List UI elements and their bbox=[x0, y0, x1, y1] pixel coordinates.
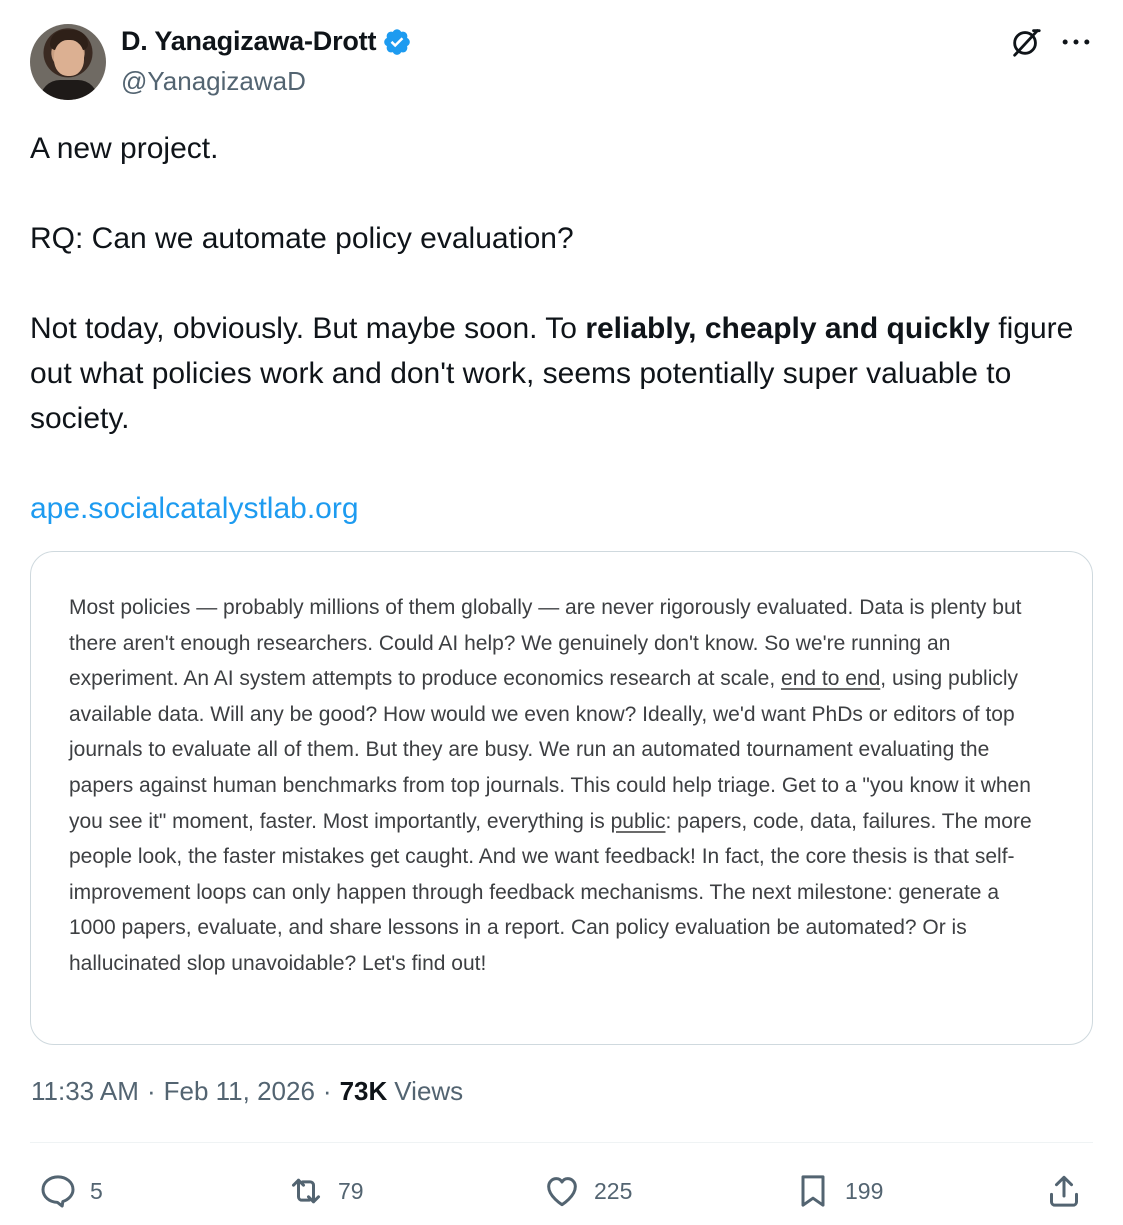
tweet-line-2: RQ: Can we automate policy evaluation? bbox=[30, 222, 574, 255]
reply-button[interactable]: 5 bbox=[38, 1165, 103, 1217]
like-button[interactable]: 225 bbox=[542, 1165, 632, 1217]
tweet-meta: 11:33 AM · Feb 11, 2026 · 73K Views bbox=[31, 1076, 463, 1107]
action-bar: 5 79 225 199 bbox=[0, 1165, 1123, 1217]
card-link-end-to-end: end to end bbox=[781, 667, 881, 691]
author-display-name[interactable]: D. Yanagizawa-Drott bbox=[121, 26, 376, 57]
repost-icon bbox=[292, 1178, 320, 1204]
tweet-header: D. Yanagizawa-Drott @YanagizawaD bbox=[30, 22, 1095, 102]
repost-button[interactable]: 79 bbox=[286, 1165, 364, 1217]
card-text-part-2: , using publicly available data. Will an… bbox=[69, 667, 1031, 833]
image-card[interactable]: Most policies — probably millions of the… bbox=[30, 551, 1093, 1045]
card-text: Most policies — probably millions of the… bbox=[69, 590, 1049, 982]
grok-button[interactable] bbox=[1008, 22, 1044, 62]
tweet-line-1: A new project. bbox=[30, 132, 219, 165]
avatar-face bbox=[54, 40, 84, 76]
views-count: 73K bbox=[339, 1076, 388, 1106]
like-count: 225 bbox=[594, 1177, 633, 1204]
reply-count: 5 bbox=[90, 1177, 103, 1204]
verified-badge-icon[interactable] bbox=[382, 27, 412, 57]
views-label: Views bbox=[394, 1076, 464, 1106]
tweet-time[interactable]: 11:33 AM bbox=[31, 1076, 139, 1107]
tweet-body: A new project. RQ: Can we automate polic… bbox=[30, 126, 1090, 531]
tweet-date[interactable]: Feb 11, 2026 bbox=[164, 1076, 315, 1107]
more-icon bbox=[1062, 39, 1090, 45]
bookmark-icon bbox=[801, 1175, 825, 1207]
heart-icon bbox=[547, 1177, 577, 1207]
tweet-line-3: Not today, obviously. But maybe soon. To… bbox=[30, 306, 1090, 441]
grok-icon bbox=[1013, 29, 1041, 57]
author-handle[interactable]: @YanagizawaD bbox=[121, 66, 306, 97]
meta-separator: · bbox=[146, 1076, 156, 1106]
more-options-button[interactable] bbox=[1058, 22, 1094, 62]
card-link-public: public bbox=[610, 809, 666, 833]
card-text-part-3: : papers, code, data, failures. The more… bbox=[69, 809, 1032, 975]
meta-separator: · bbox=[322, 1076, 332, 1106]
reply-icon bbox=[41, 1175, 75, 1208]
avatar-shirt bbox=[40, 80, 98, 100]
repost-count: 79 bbox=[338, 1177, 364, 1204]
bookmark-count: 199 bbox=[845, 1177, 884, 1204]
share-button[interactable] bbox=[1044, 1165, 1084, 1217]
avatar[interactable] bbox=[30, 24, 106, 100]
divider bbox=[30, 1142, 1093, 1143]
tweet-link[interactable]: ape.socialcatalystlab.org bbox=[30, 486, 359, 531]
author-name-row: D. Yanagizawa-Drott bbox=[121, 26, 412, 57]
bookmark-button[interactable]: 199 bbox=[793, 1165, 883, 1217]
share-icon bbox=[1050, 1175, 1078, 1207]
tweet-line-3-pre: Not today, obviously. But maybe soon. To bbox=[30, 312, 586, 345]
tweet-bold-phrase: reliably, cheaply and quickly bbox=[585, 312, 990, 345]
